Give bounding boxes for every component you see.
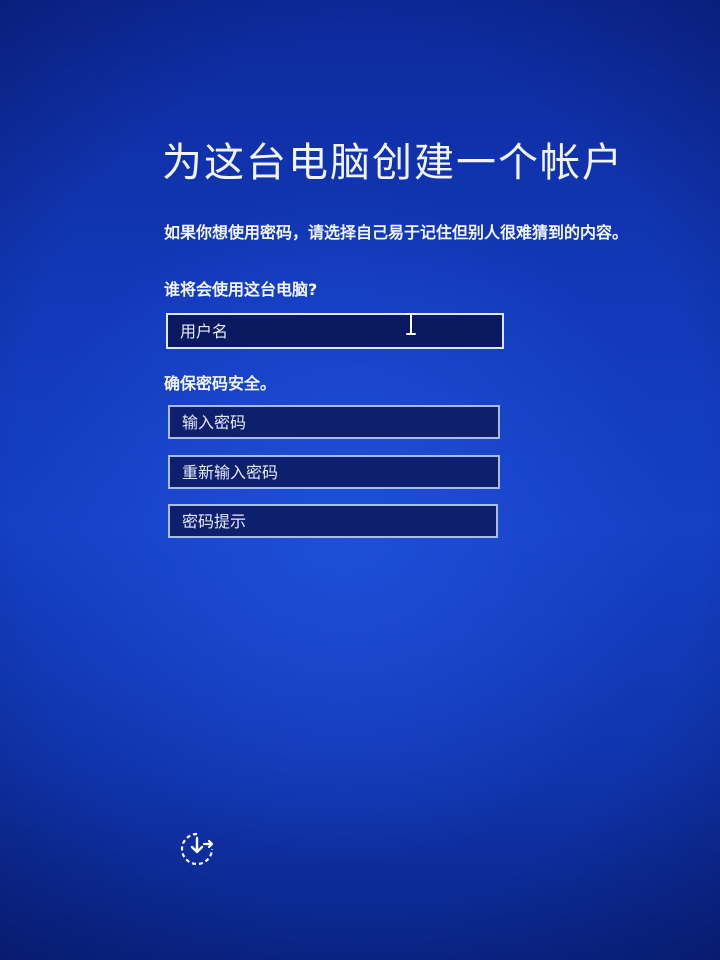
password-input[interactable] [168, 405, 500, 439]
password-hint-input[interactable] [168, 504, 498, 538]
secure-password-label: 确保密码安全。 [164, 374, 277, 393]
who-will-use-label: 谁将会使用这台电脑? [164, 280, 318, 299]
username-input[interactable] [166, 313, 504, 349]
confirm-password-input[interactable] [168, 455, 500, 489]
page-title: 为这台电脑创建一个帐户 [162, 140, 624, 186]
text-cursor-icon [406, 313, 416, 335]
ease-of-access-icon[interactable] [178, 830, 216, 868]
password-advice-text: 如果你想使用密码，请选择自己易于记住但别人很难猜到的内容。 [164, 223, 629, 242]
